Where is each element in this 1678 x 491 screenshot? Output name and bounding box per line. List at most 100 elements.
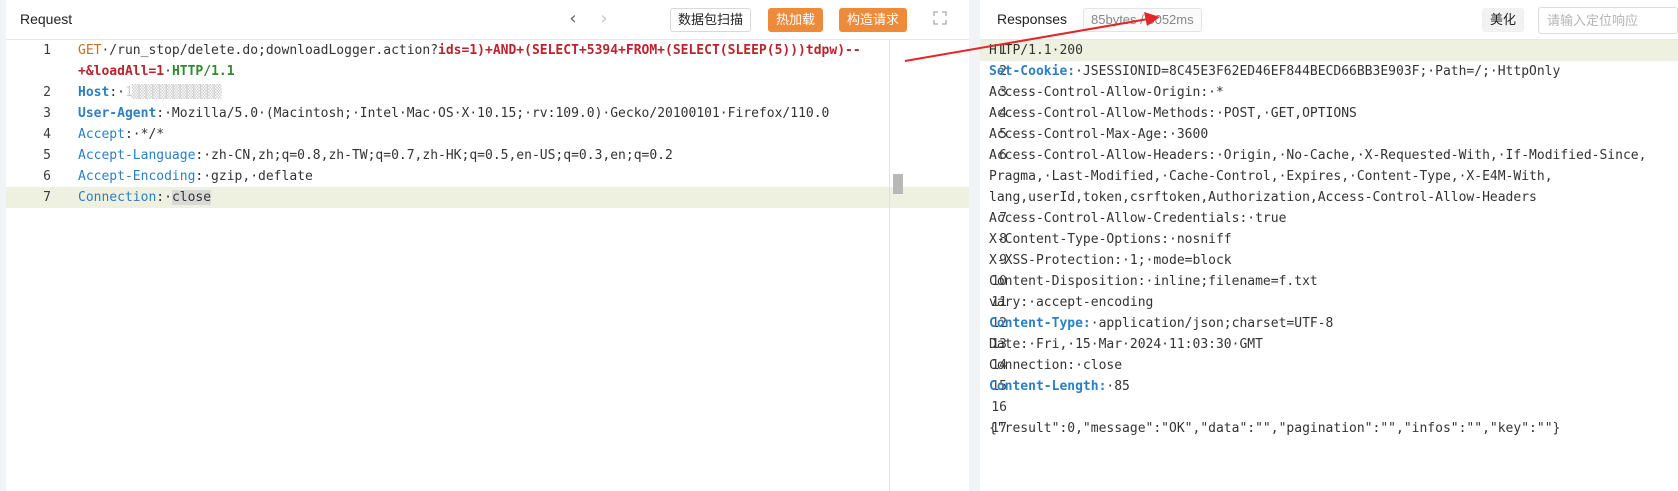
request-title: Request [20, 11, 73, 27]
line-content: +&loadAll=1·HTTP/1.1 [78, 61, 235, 82]
response-pane: Responses 85bytes / 5052ms 美化 1HTTP/1.1·… [980, 0, 1678, 491]
request-line: 1 GET·/run_stop/delete.do;downloadLogger.… [6, 40, 969, 61]
code-token: Accept-Encoding [78, 169, 196, 184]
line-content: Content-Length:·85 [989, 376, 1130, 397]
build-request-button[interactable]: 构造请求 [839, 8, 908, 32]
line-content: Accept:·*/* [78, 124, 164, 145]
code-token: :· [156, 190, 172, 205]
line-content: Connection:·close [78, 187, 212, 208]
code-token: close [171, 190, 212, 205]
code-token: :· [109, 85, 125, 100]
code-token: Content-Type: [989, 316, 1091, 331]
code-token: Set-Cookie: [989, 64, 1076, 79]
line-content: Connection:·close [989, 355, 1122, 376]
request-line: 7 Connection:·close [6, 187, 969, 208]
line-content: Access-Control-Allow-Credentials:·true [989, 208, 1286, 229]
code-token: Access-Control-Max-Age:·3600 [989, 127, 1209, 142]
code-token: :·Mozilla/5.0·(Macintosh;·Intel·Mac·OS·X… [156, 106, 830, 121]
response-viewer[interactable]: 1 HTTP/1.1·200 2 Set-Cookie:·JSESSIONID=8C4… [980, 40, 1678, 491]
request-scrollbar-thumb[interactable] [893, 174, 903, 194]
line-content: vary:·accept-encoding [989, 292, 1153, 313]
line-content: User-Agent:·Mozilla/5.0·(Macintosh;·Inte… [78, 103, 829, 124]
line-content: Pragma,·Last-Modified,·Cache-Control,·Ex… [989, 166, 1553, 187]
code-token: Content-Disposition:·inline;filename=f.t… [989, 274, 1318, 289]
code-token: :·*/* [124, 127, 165, 142]
response-line: 1 HTTP/1.1·200 [980, 40, 1678, 61]
chevron-right-icon[interactable]: › [595, 9, 613, 29]
line-number: 7 [43, 190, 51, 205]
code-token: Date:·Fri,·15·Mar·2024·11:03:30·GMT [989, 337, 1263, 352]
line-number: 2 [43, 85, 51, 100]
line-content: Accept-Language:·zh-CN,zh;q=0.8,zh-TW;q=… [78, 145, 673, 166]
response-line: 2 Set-Cookie:·JSESSIONID=8C45E3F62ED46EF8… [980, 61, 1678, 82]
response-line: 8 X-Content-Type-Options:·nosniff [980, 229, 1678, 250]
response-stats-badge: 85bytes / 5052ms [1083, 8, 1202, 32]
code-token: HTTP/1.1·200 [989, 43, 1083, 58]
code-token: X-XSS-Protection:·1;·mode=block [989, 253, 1232, 268]
code-token: Host [78, 85, 110, 100]
chevron-left-icon[interactable]: ‹ [564, 9, 582, 29]
response-line: Pragma,·Last-Modified,·Cache-Control,·Ex… [980, 166, 1678, 187]
line-content: Accept-Encoding:·gzip,·deflate [78, 166, 313, 187]
line-content: Access-Control-Max-Age:·3600 [989, 124, 1208, 145]
line-number: 16 [991, 400, 1007, 415]
code-token: Access-Control-Allow-Credentials:·true [989, 211, 1287, 226]
line-content: HTTP/1.1·200 [989, 40, 1083, 61]
response-title: Responses [997, 11, 1068, 27]
request-line: +&loadAll=1·HTTP/1.1 [6, 61, 969, 82]
packet-scan-button[interactable]: 数据包扫描 [670, 8, 752, 32]
response-line: 17 {"result":0,"message":"OK","data":"","… [980, 418, 1678, 439]
code-token: ids=1)+AND+(SELECT+5394+FROM+(SELECT(SLE… [438, 43, 861, 58]
line-content: {"result":0,"message":"OK","data":"","pa… [989, 418, 1560, 439]
response-search-input[interactable] [1538, 7, 1678, 34]
response-line: 12 Content-Type:·application/json;charset… [980, 313, 1678, 334]
response-line: 6 Access-Control-Allow-Headers:·Origin,·N… [980, 145, 1678, 166]
response-line: 9 X-XSS-Protection:·1;·mode=block [980, 250, 1678, 271]
code-token: Connection:·close [989, 358, 1123, 373]
code-token: Access-Control-Allow-Headers:·Origin,·No… [989, 148, 1647, 163]
request-line: 5 Accept-Language:·zh-CN,zh;q=0.8,zh-TW;q… [6, 145, 969, 166]
redacted-host-value: 1▒▒▒▒▒▒▒▒▒▒▒▒▒ [124, 85, 222, 100]
request-line: 2 Host:·1▒▒▒▒▒▒▒▒▒▒▒▒▒ [6, 82, 969, 103]
beautify-button[interactable]: 美化 [1482, 8, 1525, 32]
response-line: 3 Access-Control-Allow-Origin:·* [980, 82, 1678, 103]
line-content: Access-Control-Allow-Origin:·* [989, 82, 1224, 103]
code-token: :·gzip,·deflate [195, 169, 313, 184]
code-token: vary:·accept-encoding [989, 295, 1154, 310]
response-line: 15 Content-Length:·85 [980, 376, 1678, 397]
expand-icon[interactable] [933, 11, 947, 25]
response-line: 4 Access-Control-Allow-Methods:·POST,·GET… [980, 103, 1678, 124]
code-token: Access-Control-Allow-Origin:·* [989, 85, 1224, 100]
line-content: Access-Control-Allow-Methods:·POST,·GET,… [989, 103, 1357, 124]
request-editor[interactable]: 1 GET·/run_stop/delete.do;downloadLogger.… [6, 40, 969, 491]
line-content: Content-Type:·application/json;charset=U… [989, 313, 1333, 334]
code-token: GET [78, 43, 102, 58]
code-token: Connection [78, 190, 157, 205]
line-number: 3 [43, 106, 51, 121]
request-line: 4 Accept:·*/* [6, 124, 969, 145]
response-line: 14 Connection:·close [980, 355, 1678, 376]
code-token: +& [78, 64, 94, 79]
line-content: Access-Control-Allow-Headers:·Origin,·No… [989, 145, 1646, 166]
hot-load-button[interactable]: 热加载 [768, 8, 824, 32]
line-content: X-Content-Type-Options:·nosniff [989, 229, 1232, 250]
line-number: 1 [43, 43, 51, 58]
code-token: Accept [78, 127, 125, 142]
response-line: lang,userId,token,csrftoken,Authorizatio… [980, 187, 1678, 208]
code-token: ·85 [1106, 379, 1130, 394]
request-header: Request ‹ › 数据包扫描 热加载 构造请求 [6, 0, 969, 40]
response-line: 7 Access-Control-Allow-Credentials:·true [980, 208, 1678, 229]
code-token: Access-Control-Allow-Methods:·POST,·GET,… [989, 106, 1357, 121]
code-token: {"result":0,"message":"OK","data":"","pa… [989, 421, 1561, 436]
response-line: 10 Content-Disposition:·inline;filename=f… [980, 271, 1678, 292]
response-header: Responses 85bytes / 5052ms 美化 [980, 0, 1678, 40]
code-token: Accept-Language [78, 148, 196, 163]
line-number: 5 [43, 148, 51, 163]
request-line: 6 Accept-Encoding:·gzip,·deflate [6, 166, 969, 187]
pane-gutter[interactable] [969, 0, 980, 491]
request-line: 3 User-Agent:·Mozilla/5.0·(Macintosh;·Int… [6, 103, 969, 124]
request-pane: Request ‹ › 数据包扫描 热加载 构造请求 1 GET·/run_sto… [6, 0, 969, 491]
line-content: X-XSS-Protection:·1;·mode=block [989, 250, 1232, 271]
line-number: 4 [43, 127, 51, 142]
response-line: 13 Date:·Fri,·15·Mar·2024·11:03:30·GMT [980, 334, 1678, 355]
